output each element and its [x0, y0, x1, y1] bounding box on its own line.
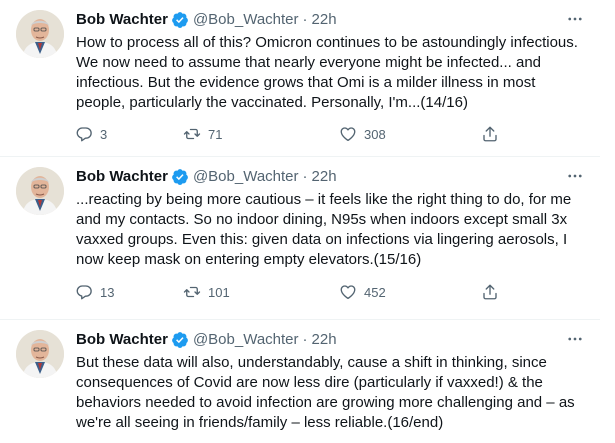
author-name[interactable]: Bob Wachter — [76, 10, 168, 30]
timestamp[interactable]: 22h — [312, 167, 337, 187]
tweet-actions: 13 101 452 — [70, 278, 510, 306]
like-button[interactable]: 308 — [334, 120, 386, 148]
separator-dot: · — [302, 331, 308, 348]
timestamp[interactable]: 22h — [312, 10, 337, 30]
tweet-3[interactable]: Bob Wachter @Bob_Wachter · 22h But these… — [0, 320, 600, 443]
author-handle[interactable]: @Bob_Wachter — [193, 10, 299, 30]
retweet-count: 71 — [208, 126, 223, 142]
tweet-1[interactable]: Bob Wachter @Bob_Wachter · 22h How to pr… — [0, 0, 600, 157]
tweet-text: ...reacting by being more cautious – it … — [76, 191, 576, 268]
share-icon — [476, 278, 504, 306]
share-button[interactable] — [476, 120, 504, 148]
retweet-count: 101 — [208, 284, 230, 300]
reply-button[interactable]: 13 — [70, 278, 114, 306]
share-button[interactable] — [476, 278, 504, 306]
tweet-2[interactable]: Bob Wachter @Bob_Wachter · 22h ...reacti… — [0, 157, 600, 320]
more-dots-icon[interactable] — [564, 165, 586, 187]
like-button[interactable]: 452 — [334, 278, 386, 306]
verified-badge-icon — [171, 168, 189, 186]
tweet-text: How to process all of this? Omicron cont… — [76, 34, 583, 111]
like-count: 308 — [364, 126, 386, 142]
author-handle[interactable]: @Bob_Wachter — [193, 330, 299, 350]
like-count: 452 — [364, 284, 386, 300]
tweet-actions: 3 71 308 — [70, 120, 510, 148]
separator-dot: · — [302, 168, 308, 185]
tweet-header: Bob Wachter @Bob_Wachter · 22h — [76, 330, 337, 350]
share-icon — [476, 120, 504, 148]
avatar[interactable] — [16, 330, 64, 378]
author-name[interactable]: Bob Wachter — [76, 167, 168, 187]
tweet-thread: Bob Wachter @Bob_Wachter · 22h How to pr… — [0, 0, 600, 443]
reply-icon — [70, 278, 98, 306]
author-handle[interactable]: @Bob_Wachter — [193, 167, 299, 187]
retweet-icon — [178, 120, 206, 148]
tweet-header: Bob Wachter @Bob_Wachter · 22h — [76, 167, 337, 187]
tweet-header: Bob Wachter @Bob_Wachter · 22h — [76, 10, 337, 30]
reply-icon — [70, 120, 98, 148]
more-dots-icon[interactable] — [564, 8, 586, 30]
retweet-button[interactable]: 71 — [178, 120, 222, 148]
separator-dot: · — [302, 11, 308, 28]
heart-icon — [334, 278, 362, 306]
verified-badge-icon — [171, 331, 189, 349]
reply-count: 13 — [100, 284, 115, 300]
avatar[interactable] — [16, 10, 64, 58]
reply-count: 3 — [100, 126, 108, 142]
verified-badge-icon — [171, 11, 189, 29]
retweet-button[interactable]: 101 — [178, 278, 230, 306]
tweet-text: But these data will also, understandably… — [76, 354, 579, 431]
author-name[interactable]: Bob Wachter — [76, 330, 168, 350]
retweet-icon — [178, 278, 206, 306]
more-dots-icon[interactable] — [564, 328, 586, 350]
reply-button[interactable]: 3 — [70, 120, 107, 148]
timestamp[interactable]: 22h — [312, 330, 337, 350]
avatar[interactable] — [16, 167, 64, 215]
heart-icon — [334, 120, 362, 148]
